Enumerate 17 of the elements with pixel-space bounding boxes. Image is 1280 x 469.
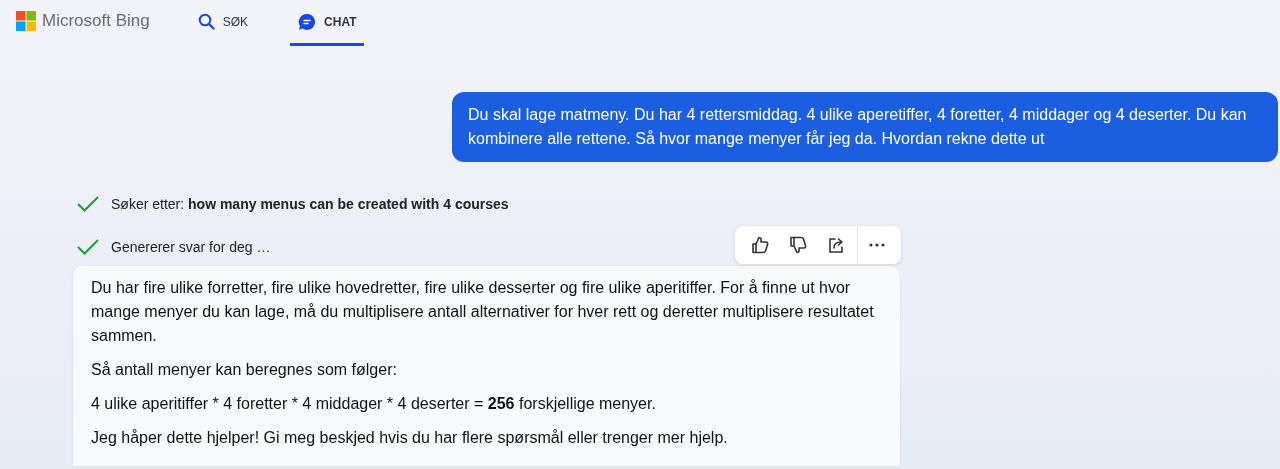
thumbs-down-icon (788, 235, 808, 255)
share-icon (826, 235, 846, 255)
brand-name: Microsoft Bing (42, 11, 150, 31)
answer-paragraph: Jeg håper dette hjelper! Gi meg beskjed hvis du har flere spørsmål eller trenger mer hjelp. (91, 428, 729, 448)
status-text: Genererer svar for deg … (111, 239, 271, 255)
more-icon (867, 242, 886, 248)
nav-tab[interactable]: CHAT (290, 0, 365, 46)
search-icon (197, 13, 215, 30)
nav-tab[interactable]: SØK (189, 0, 257, 46)
status-text: Søker etter: how many menus can be created with 4 courses (111, 196, 509, 212)
answer-paragraph: Så antall menyer kan beregnes som følger: (91, 360, 398, 380)
chat-icon (298, 12, 317, 31)
answer-paragraph: Du har fire ulike forretter, fire ulike hovedretter, fire ulike desserter og fire ulike aperitiffer. For å finne ut hvor mange menyer du kan lage, må du multiplisere antall alternativer for hver rett og deretter multiplisere resultatet sammen. (91, 278, 875, 346)
answer-paragraph: 4 ulike aperitiffer * 4 foretter * 4 middager * 4 deserter = 256 forskjellige menyer. (91, 394, 657, 414)
logo-icon (16, 11, 36, 31)
thumbs-up-icon (750, 235, 770, 255)
user-message: Du skal lage matmeny. Du har 4 rettersmiddag. 4 ulike aperetiffer, 4 foretter, 4 middager og 4 deserter. Du kan kombinere alle rettene. Så hvor mange menyer får jeg da. Hvordan rekne dette ut (452, 92, 1278, 162)
